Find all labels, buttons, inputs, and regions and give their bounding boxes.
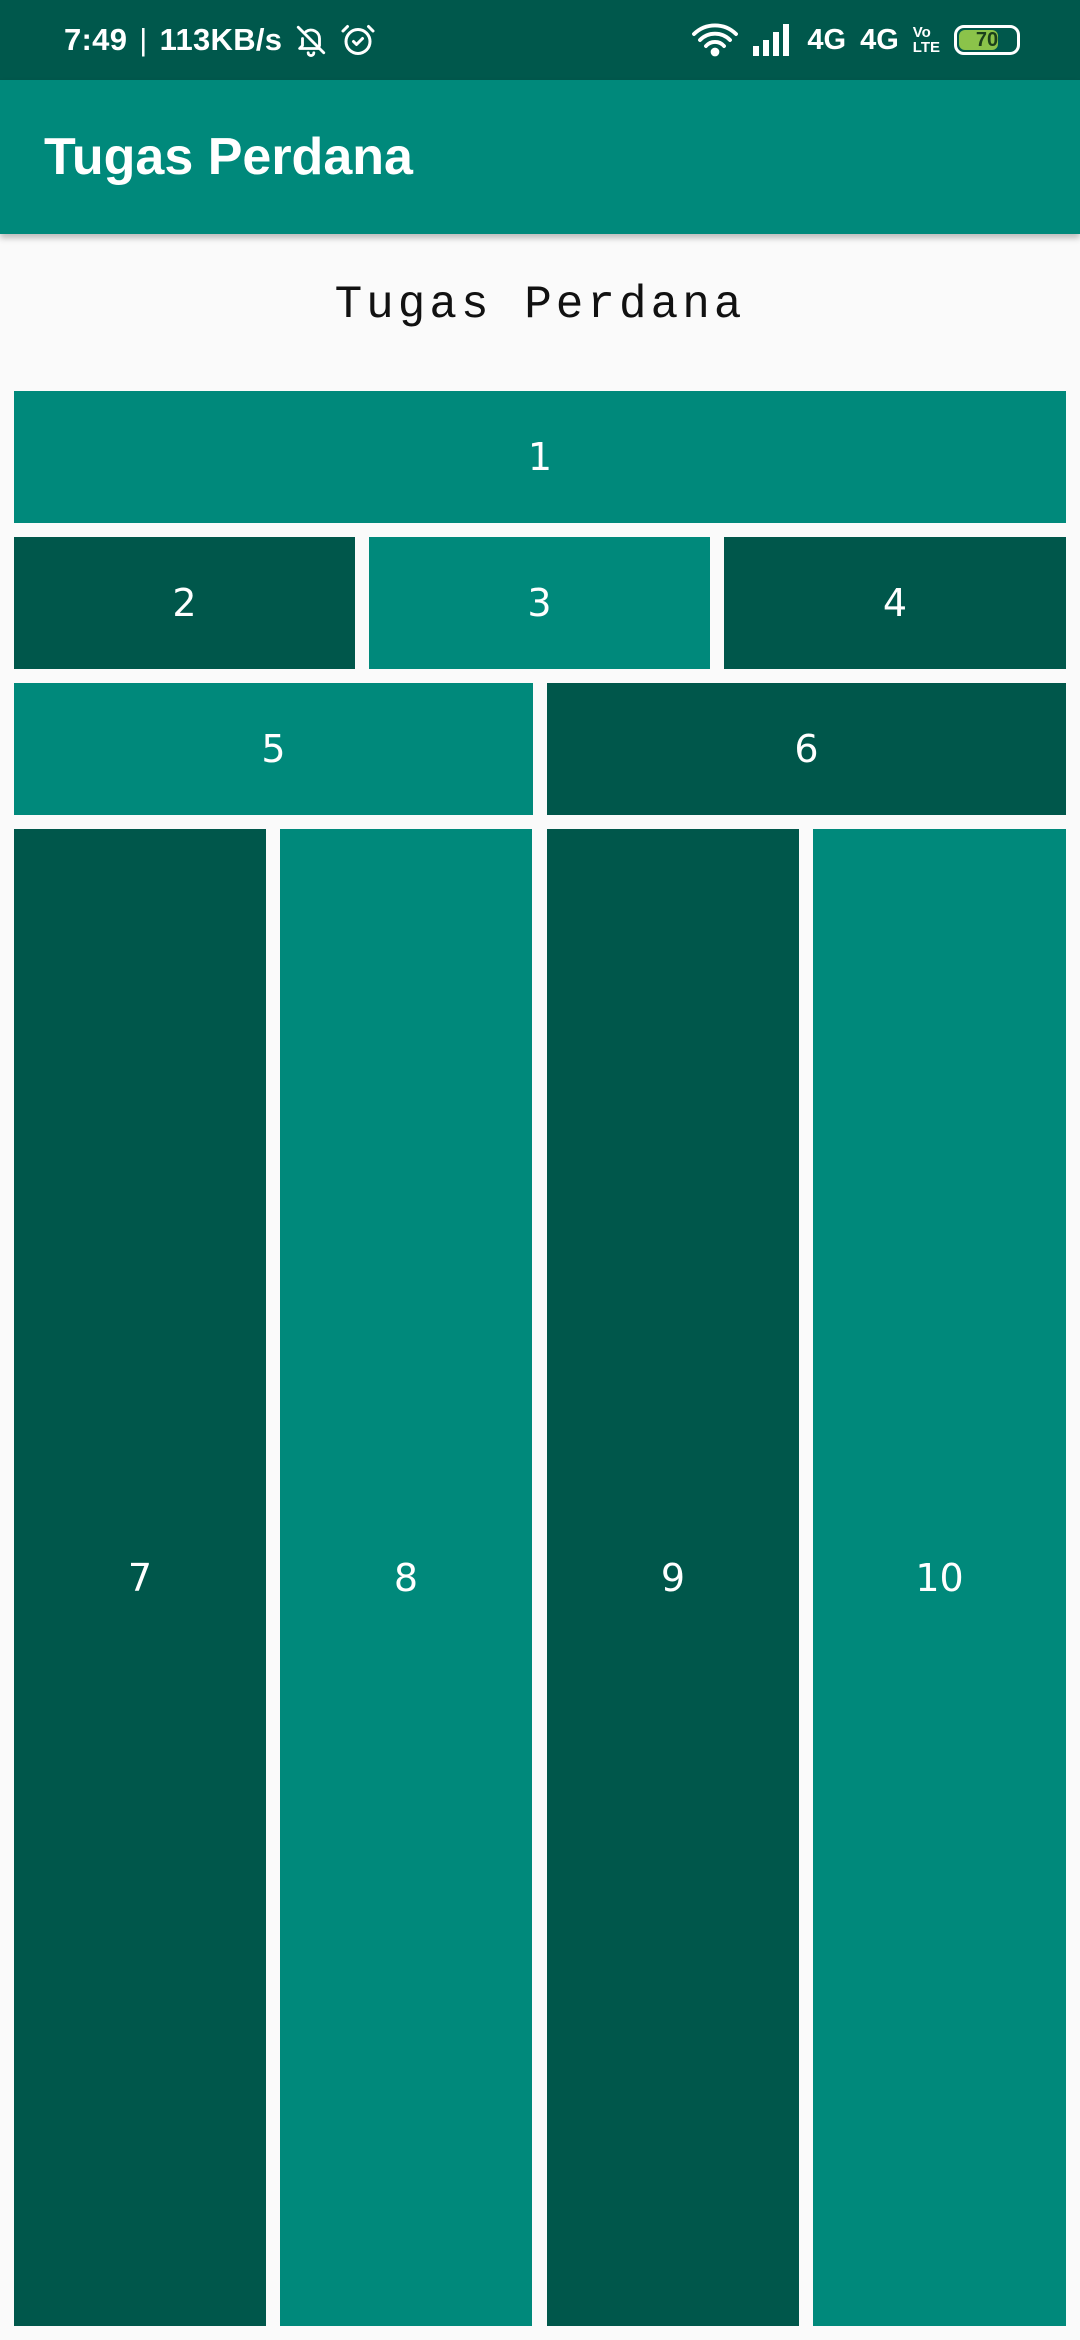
network-type-1: 4G [807, 23, 847, 56]
box-1: 1 [14, 391, 1066, 523]
box-10: 10 [813, 829, 1066, 2326]
box-2-label: 2 [172, 581, 197, 625]
status-time: 7:49 [64, 22, 128, 57]
box-10-label: 10 [915, 1555, 964, 1600]
box-6-label: 6 [794, 727, 819, 771]
volte-bottom: LTE [912, 39, 940, 56]
box-9-label: 9 [660, 1555, 686, 1600]
status-speed: 113KB/s [159, 22, 283, 57]
box-3-label: 3 [527, 581, 552, 625]
volte-indicator: Vo LTE [913, 25, 940, 55]
box-7-label: 7 [127, 1555, 153, 1600]
alarm-icon [340, 22, 376, 58]
box-8-label: 8 [393, 1555, 419, 1600]
status-bar: 7:49 | 113KB/s 4G 4G Vo LTE 70 [0, 0, 1080, 80]
page-heading: Tugas Perdana [334, 279, 746, 331]
app-title: Tugas Perdana [44, 128, 413, 186]
volte-top: Vo [912, 24, 931, 41]
box-7: 7 [14, 829, 266, 2326]
box-2: 2 [14, 537, 355, 669]
signal-icon [753, 24, 793, 56]
status-left: 7:49 | 113KB/s [64, 22, 376, 58]
box-6: 6 [547, 683, 1066, 815]
bell-off-icon [294, 23, 328, 57]
status-separator: | [139, 22, 148, 57]
box-9: 9 [547, 829, 799, 2326]
box-5: 5 [14, 683, 533, 815]
app-bar: Tugas Perdana [0, 80, 1080, 234]
wifi-icon [691, 22, 739, 58]
battery-icon: 70 [954, 25, 1020, 55]
network-type-2: 4G [860, 23, 899, 56]
box-5-label: 5 [261, 727, 286, 771]
status-right: 4G 4G Vo LTE 70 [691, 22, 1020, 58]
box-4-label: 4 [882, 581, 908, 625]
battery-level: 70 [975, 28, 999, 51]
box-1-label: 1 [527, 435, 553, 479]
box-4: 4 [724, 537, 1066, 669]
box-8: 8 [280, 829, 532, 2326]
box-3: 3 [369, 537, 710, 669]
